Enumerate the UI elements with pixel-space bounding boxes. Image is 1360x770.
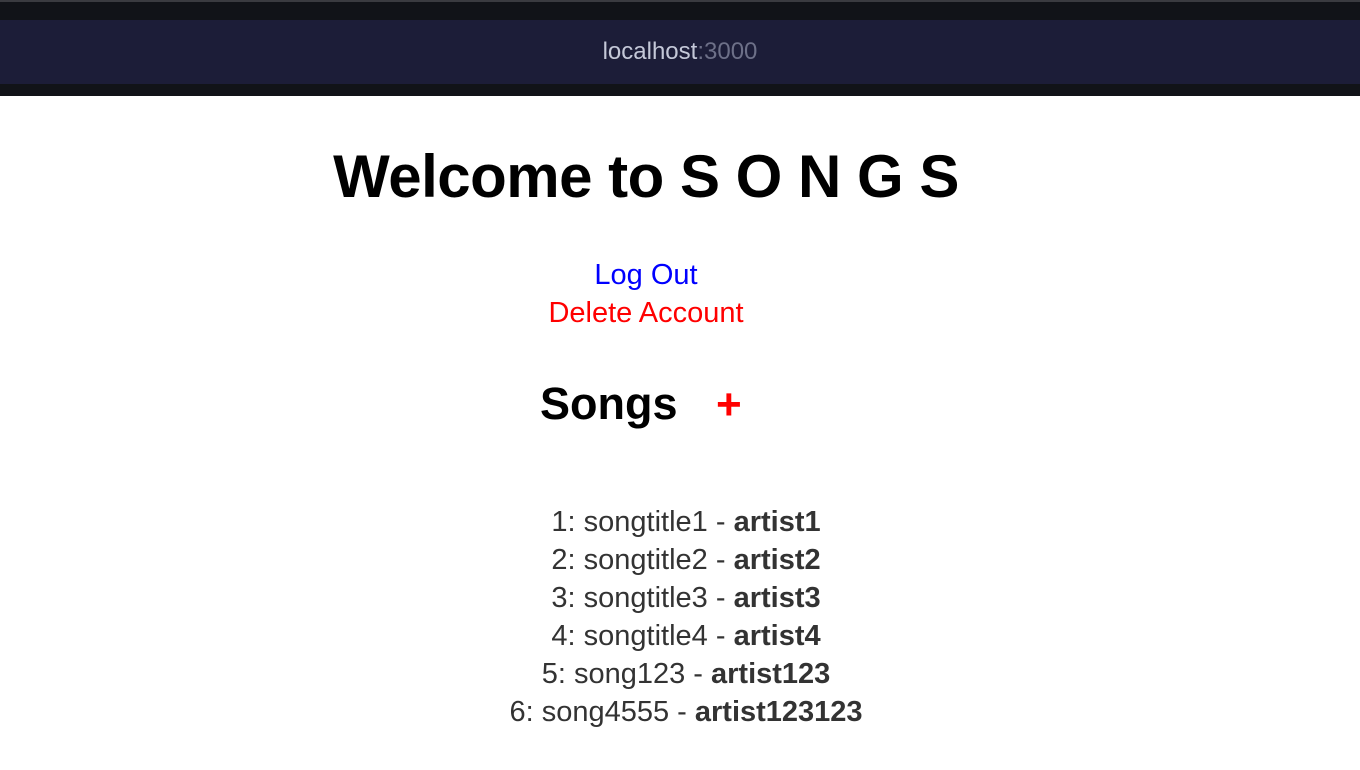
song-index: 5: (541, 658, 566, 690)
song-title: songtitle2 (583, 544, 708, 576)
list-item: 4: songtitle4 - artist4 (0, 617, 1360, 655)
list-item: 5: song123 - artist123 (0, 655, 1360, 693)
divider (0, 0, 1360, 2)
song-title: songtitle4 (583, 620, 708, 652)
song-artist: artist123 (711, 658, 831, 690)
song-index: 3: (551, 582, 576, 614)
song-index: 6: (509, 696, 534, 728)
song-index: 4: (551, 620, 576, 652)
song-list: 1: songtitle1 - artist1 2: songtitle2 - … (0, 503, 1360, 731)
logout-link[interactable]: Log Out (0, 259, 1292, 292)
list-item: 1: songtitle1 - artist1 (0, 503, 1360, 541)
songs-heading: Songs (540, 378, 678, 429)
song-artist: artist3 (733, 582, 821, 614)
separator: - (707, 582, 734, 614)
separator: - (685, 658, 711, 690)
separator: - (707, 544, 734, 576)
add-song-button[interactable]: + (716, 380, 742, 430)
address-bar[interactable]: localhost:3000 (0, 20, 1360, 84)
separator: - (669, 696, 695, 728)
delete-account-link[interactable]: Delete Account (0, 297, 1292, 330)
browser-chrome: localhost:3000 (0, 0, 1360, 96)
song-index: 1: (551, 506, 576, 538)
list-item: 2: songtitle2 - artist2 (0, 541, 1360, 579)
url-host: localhost (602, 38, 698, 65)
song-artist: artist123123 (694, 696, 863, 728)
separator: - (707, 506, 734, 538)
song-title: song123 (573, 658, 686, 690)
separator: - (707, 620, 734, 652)
url-port: :3000 (697, 38, 758, 65)
song-title: songtitle1 (583, 506, 708, 538)
song-title: songtitle3 (583, 582, 708, 614)
list-item: 6: song4555 - artist123123 (0, 693, 1360, 731)
song-title: song4555 (541, 696, 670, 728)
list-item: 3: songtitle3 - artist3 (0, 579, 1360, 617)
song-artist: artist4 (733, 620, 821, 652)
song-artist: artist2 (733, 544, 821, 576)
page-title: Welcome to S O N G S (333, 143, 959, 210)
song-artist: artist1 (733, 506, 821, 538)
song-index: 2: (551, 544, 576, 576)
